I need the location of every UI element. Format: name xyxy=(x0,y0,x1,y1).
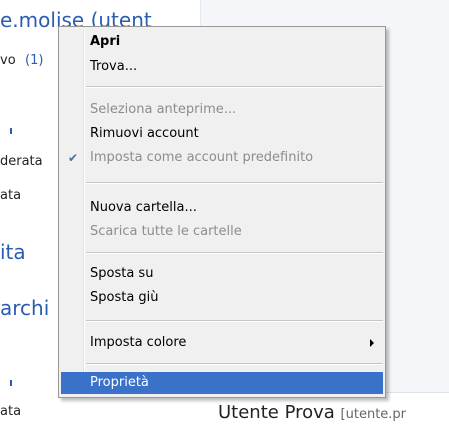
menu-item-open[interactable]: Apri xyxy=(61,31,383,53)
sender-display-name: Utente Prova xyxy=(218,402,335,423)
menu-item-properties[interactable]: Proprietà xyxy=(61,372,383,394)
menu-item-find[interactable]: Trova... xyxy=(61,56,383,78)
folder-label[interactable]: vo xyxy=(0,53,16,68)
menu-item-move-up[interactable]: Sposta su xyxy=(61,263,383,285)
menu-item-set-color[interactable]: Imposta colore xyxy=(61,332,383,354)
menu-separator xyxy=(86,252,383,254)
folder-label[interactable]: ata xyxy=(0,404,21,419)
expand-marker-icon xyxy=(10,380,12,386)
menu-separator xyxy=(86,182,383,184)
folder-count: (1) xyxy=(25,53,44,68)
context-menu: Apri Trova... Seleziona anteprime... Rim… xyxy=(58,26,386,398)
folder-label[interactable]: ata xyxy=(0,188,21,203)
menu-separator xyxy=(86,86,383,88)
menu-item-set-default-account[interactable]: ✔ Imposta come account predefinito xyxy=(61,147,383,169)
checkmark-icon: ✔ xyxy=(68,151,79,165)
menu-item-new-folder[interactable]: Nuova cartella... xyxy=(61,197,383,219)
menu-item-label: Imposta come account predefinito xyxy=(90,150,314,165)
folder-label[interactable]: derata xyxy=(0,154,43,169)
menu-item-download-all-folders[interactable]: Scarica tutte le cartelle xyxy=(61,221,383,243)
menu-separator xyxy=(86,363,383,365)
section-label[interactable]: ita xyxy=(0,240,26,264)
sender-name: Utente Prova [utente.pr xyxy=(218,402,406,423)
menu-item-move-down[interactable]: Sposta giù xyxy=(61,287,383,309)
expand-marker-icon xyxy=(10,128,12,134)
menu-item-label: Imposta colore xyxy=(90,335,187,350)
sender-email: [utente.pr xyxy=(340,407,407,422)
submenu-arrow-icon xyxy=(370,339,374,347)
menu-item-select-previews[interactable]: Seleziona anteprime... xyxy=(61,99,383,121)
section-label[interactable]: archi xyxy=(0,296,49,320)
menu-item-remove-account[interactable]: Rimuovi account xyxy=(61,123,383,145)
menu-separator xyxy=(86,320,383,322)
